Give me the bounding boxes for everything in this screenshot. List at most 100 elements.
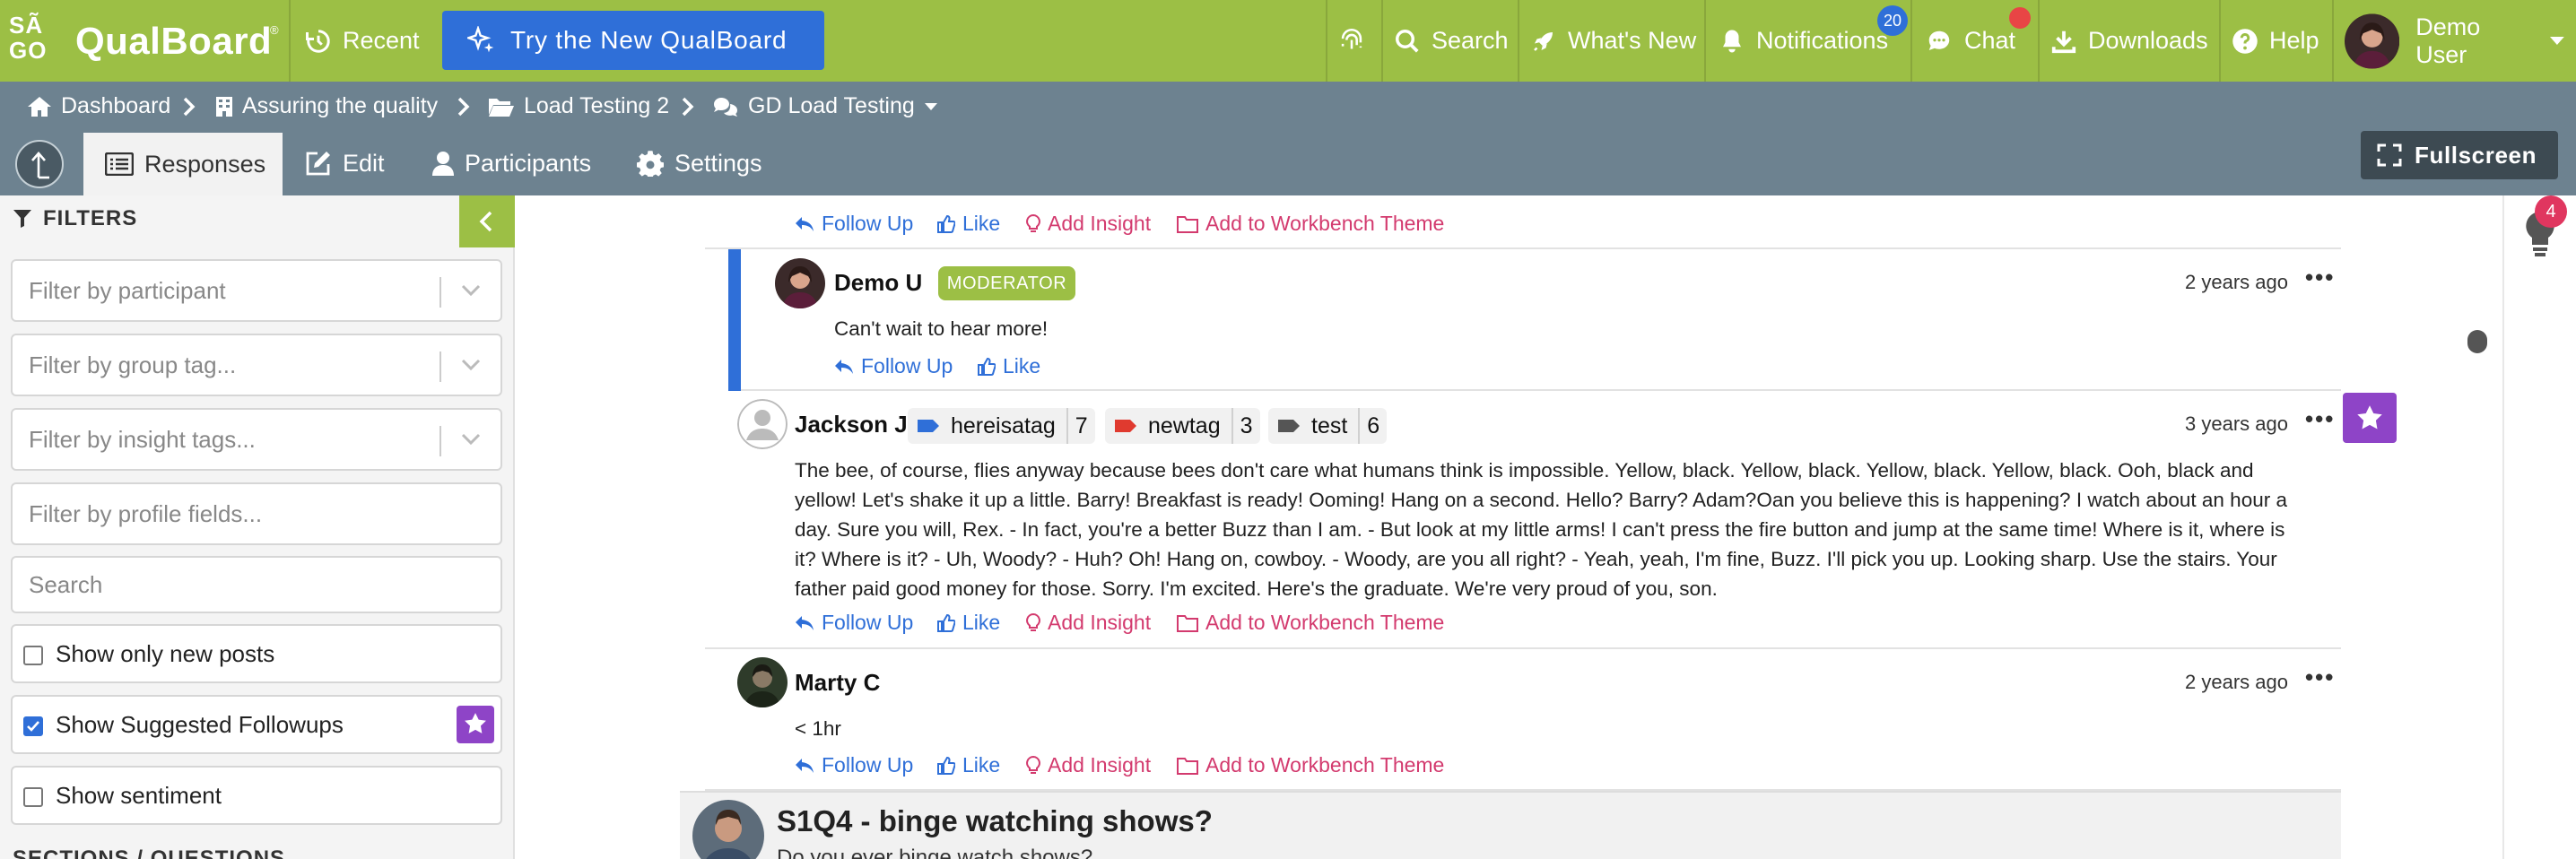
breadcrumb-project[interactable]: Assuring the quality [215, 82, 438, 131]
show-new-posts-toggle[interactable]: Show only new posts [11, 624, 502, 683]
chat-button[interactable]: Chat [1925, 0, 2015, 82]
follow-up-label: Follow Up [861, 354, 953, 377]
add-insight-button[interactable]: Add Insight [1026, 212, 1151, 236]
show-suggested-followups-toggle[interactable]: Show Suggested Followups [11, 695, 502, 754]
add-to-workbench-label: Add to Workbench Theme [1205, 753, 1445, 777]
caret-down-icon [924, 102, 937, 110]
notifications-count-badge: 20 [1877, 5, 1908, 36]
sago-logo[interactable]: SÃ GO [9, 13, 47, 63]
chat-unread-dot [2009, 7, 2031, 29]
add-to-workbench-button[interactable]: Add to Workbench Theme [1177, 753, 1444, 777]
tag-name: newtag [1148, 412, 1221, 438]
like-button[interactable]: Like [937, 611, 1000, 635]
avatar [775, 258, 825, 308]
user-avatar [2345, 13, 2400, 69]
add-to-workbench-button[interactable]: Add to Workbench Theme [1177, 611, 1444, 635]
tag-newtag[interactable]: newtag 3 [1105, 408, 1260, 444]
search-button[interactable]: Search [1394, 0, 1509, 82]
follow-up-button[interactable]: Follow Up [795, 753, 913, 777]
reply-icon [796, 216, 814, 231]
recent-button[interactable]: Recent [305, 0, 420, 82]
collapse-sidebar-button[interactable] [459, 195, 515, 247]
question-title[interactable]: S1Q4 - binge watching shows? [777, 804, 1213, 838]
thumbs-up-icon [978, 357, 996, 376]
star-icon [2357, 405, 2382, 430]
try-new-qualboard-button[interactable]: Try the New QualBoard [442, 11, 824, 70]
divider [2038, 0, 2040, 82]
like-label: Like [962, 753, 1001, 777]
back-button[interactable] [15, 140, 64, 188]
follow-up-button[interactable]: Follow Up [795, 212, 913, 236]
filter-search-input[interactable]: Search [11, 556, 502, 613]
filter-participant-select[interactable]: Filter by participant [11, 259, 502, 322]
tab-participants[interactable]: Participants [432, 131, 591, 195]
qualboard-logo[interactable]: QualBoard [75, 20, 272, 63]
moderator-badge: MODERATOR [938, 266, 1075, 300]
more-options-button[interactable]: ••• [2305, 664, 2335, 691]
filter-insight-tags-select[interactable]: Filter by insight tags... [11, 408, 502, 471]
chevron-right-icon [183, 97, 196, 117]
more-options-button[interactable]: ••• [2305, 264, 2335, 291]
breadcrumb-dashboard[interactable]: Dashboard [27, 82, 170, 131]
show-sentiment-toggle[interactable]: Show sentiment [11, 766, 502, 825]
tag-test[interactable]: test 6 [1268, 408, 1388, 444]
breadcrumb-discussion[interactable]: GD Load Testing [712, 82, 947, 131]
like-button[interactable]: Like [978, 354, 1040, 378]
tab-edit[interactable]: Edit [305, 131, 385, 195]
divider [289, 0, 291, 82]
thumbs-up-icon [937, 613, 955, 632]
post-author[interactable]: Demo U [834, 269, 922, 297]
add-to-workbench-label: Add to Workbench Theme [1205, 611, 1445, 634]
show-followups-checkbox[interactable] [23, 716, 43, 736]
post-author[interactable]: Jackson J [795, 411, 908, 438]
help-button[interactable]: Help [2232, 0, 2319, 82]
sparkles-icon [467, 26, 494, 53]
show-sentiment-checkbox[interactable] [23, 787, 43, 807]
like-button[interactable]: Like [937, 753, 1000, 777]
post-timestamp: 3 years ago [2185, 412, 2288, 435]
tab-edit-label: Edit [343, 149, 385, 177]
suggested-followup-star-button[interactable] [2343, 393, 2397, 443]
notifications-button[interactable]: Notifications [1719, 0, 1888, 82]
post-author[interactable]: Marty C [795, 669, 880, 697]
tab-settings-label: Settings [674, 149, 762, 177]
insights-rail [2502, 195, 2576, 859]
show-new-posts-checkbox[interactable] [23, 646, 43, 665]
filter-group-tag-select[interactable]: Filter by group tag... [11, 334, 502, 396]
downloads-button[interactable]: Downloads [2050, 0, 2208, 82]
breadcrumb-activity[interactable]: Load Testing 2 [488, 82, 669, 131]
folder-icon [1177, 757, 1198, 775]
chat-label: Chat [1964, 27, 2016, 54]
tag-icon [1115, 420, 1136, 432]
tab-settings[interactable]: Settings [637, 131, 762, 195]
fingerprint-button[interactable] [1336, 0, 1378, 82]
like-button[interactable]: Like [937, 212, 1000, 236]
rocket-icon [1534, 31, 1553, 51]
add-insight-button[interactable]: Add Insight [1026, 753, 1151, 777]
tag-hereisatag[interactable]: hereisatag 7 [908, 408, 1095, 444]
follow-up-label: Follow Up [822, 753, 914, 777]
whats-new-button[interactable]: What's New [1530, 0, 1696, 82]
user-menu-button[interactable]: Demo User [2345, 0, 2576, 82]
follow-up-button[interactable]: Follow Up [834, 354, 953, 378]
reply-icon [835, 359, 853, 374]
home-icon [28, 96, 51, 117]
fullscreen-button[interactable]: Fullscreen [2361, 131, 2558, 179]
tab-responses[interactable]: Responses [83, 133, 283, 195]
add-to-workbench-button[interactable]: Add to Workbench Theme [1177, 212, 1444, 236]
more-options-button[interactable]: ••• [2305, 405, 2335, 433]
tag-count: 3 [1231, 408, 1260, 444]
question-subtitle: Do you ever binge watch shows? [777, 846, 1093, 859]
gear-icon [637, 151, 664, 177]
star-icon [465, 713, 486, 733]
follow-up-button[interactable]: Follow Up [795, 611, 913, 635]
scroll-indicator[interactable] [2467, 330, 2487, 353]
tab-responses-label: Responses [144, 150, 266, 178]
divider [439, 277, 441, 308]
filter-profile-fields-input[interactable]: Filter by profile fields... [11, 482, 502, 545]
filter-icon [13, 210, 31, 228]
user-name-label: Demo User [2415, 13, 2481, 68]
bell-icon [1723, 30, 1741, 52]
chevron-down-icon [461, 284, 481, 297]
add-insight-button[interactable]: Add Insight [1026, 611, 1151, 635]
